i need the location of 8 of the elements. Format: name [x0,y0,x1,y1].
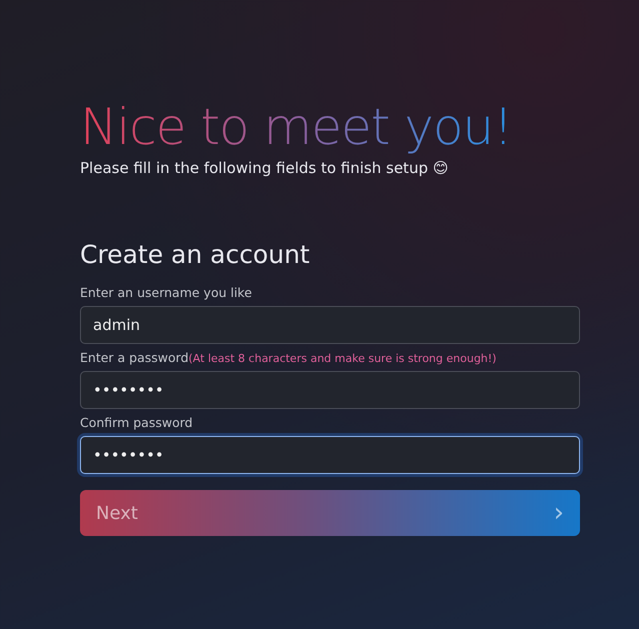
input-field[interactable]: •••••••• [80,371,580,409]
input-field[interactable]: •••••••• [80,436,580,474]
field-label: Confirm password [80,415,194,430]
subtitle: Please fill in the following fields to finish setup 😊 [80,159,450,177]
input-field[interactable]: admin [80,306,580,344]
form-title: Create an account [80,239,310,271]
field-label: Enter a password(At least 8 characters and make sure is strong enough!) [80,350,498,365]
field-label: Enter an username you like [80,285,253,300]
